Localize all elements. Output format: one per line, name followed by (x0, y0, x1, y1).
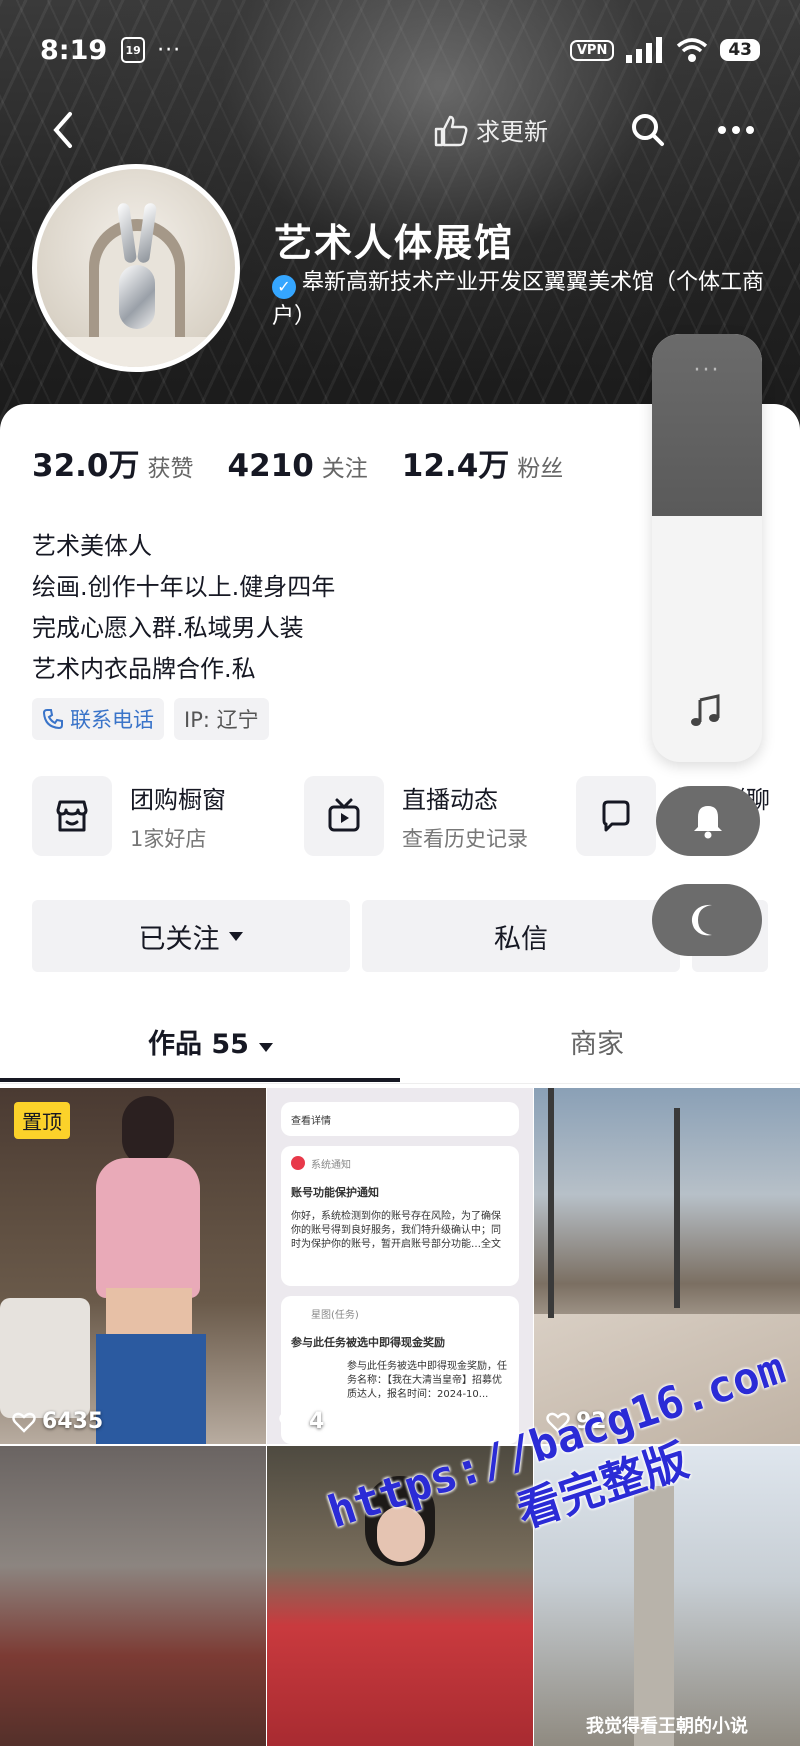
shop-icon (56, 800, 88, 832)
status-bar: 8:19 19 ··· VPN 43 (40, 30, 760, 70)
dropdown-icon (259, 1043, 274, 1052)
bio-line: 艺术内衣品牌合作.私 (32, 655, 256, 683)
followers-count[interactable]: 12.4万 (402, 440, 510, 485)
stats-row: 32.0万 获赞 4210 关注 12.4万 粉丝 (32, 440, 597, 485)
dark-mode-toggle[interactable] (652, 884, 762, 956)
ip-location-tag: IP: 辽宁 (174, 698, 269, 740)
tab-works-label: 作品 55 (148, 1029, 249, 1060)
panel-more-icon[interactable]: ··· (652, 358, 762, 383)
likes-label: 获赞 (147, 456, 194, 482)
vpn-icon: VPN (569, 39, 615, 61)
contact-phone-label: 联系电话 (70, 708, 154, 732)
tab-merchant[interactable]: 商家 (570, 1022, 624, 1061)
notice-header: 查看详情 (291, 1116, 331, 1127)
contact-phone-tag[interactable]: 联系电话 (32, 698, 164, 740)
phone-icon (42, 709, 63, 730)
video-tile[interactable]: 置顶 6435 (0, 1088, 266, 1444)
notice-title: 账号功能保护通知 (291, 1186, 379, 1199)
feature-subtitle: 查看历史记录 (402, 826, 528, 851)
notice-icon (291, 1156, 305, 1170)
notice-body: 你好，系统检测到你的账号存在风险，为了确保你的账号得到良好服务，我们特升级确认中… (291, 1211, 501, 1250)
video-tile[interactable] (0, 1446, 266, 1746)
signal-icon (626, 37, 663, 63)
bell-icon (694, 806, 722, 839)
pinned-badge: 置顶 (14, 1102, 70, 1139)
followers-label[interactable]: 粉丝 (517, 449, 563, 483)
followed-button[interactable]: 已关注 (32, 900, 350, 972)
dropdown-icon (228, 932, 243, 941)
notice-body: 参与此任务被选中即得现金奖励，任务名称：【我在大清当皇帝】招募优质达人，报名时间… (347, 1361, 507, 1400)
hand-point-icon (434, 115, 468, 146)
like-count: 4 (279, 1409, 324, 1434)
following-label[interactable]: 关注 (322, 449, 368, 483)
heart-icon (279, 1412, 303, 1433)
followed-label: 已关注 (138, 923, 220, 955)
request-update-label: 求更新 (476, 118, 548, 146)
tab-works[interactable]: 作品 55 (148, 1022, 274, 1061)
notice-section: 系统通知 (311, 1160, 351, 1171)
calendar-icon: 19 (121, 37, 146, 63)
like-count-value: 4 (309, 1409, 325, 1434)
back-icon[interactable] (44, 108, 84, 152)
floating-control-panel[interactable]: ··· (652, 334, 762, 762)
likes-count: 32.0万 (32, 448, 140, 484)
notice-title: 参与此任务被选中即得现金奖励 (291, 1336, 445, 1349)
profile-name: 艺术人体展馆 (274, 221, 515, 265)
video-caption: 我觉得看王朝的小说 (586, 1716, 748, 1737)
more-icon[interactable] (714, 110, 758, 150)
like-count-value: 6435 (42, 1409, 104, 1434)
search-icon[interactable] (628, 110, 668, 150)
group-buy-showcase[interactable]: 团购橱窗 1家好店 (32, 776, 226, 856)
moon-icon (691, 904, 712, 936)
feature-title: 团购橱窗 (130, 785, 226, 814)
battery-icon: 43 (720, 39, 760, 61)
feature-title: 直播动态 (402, 785, 498, 814)
status-more-icon: ··· (157, 37, 182, 63)
like-count: 6435 (12, 1409, 103, 1434)
bio-line: 完成心愿入群.私域男人装 (32, 614, 304, 642)
notification-toggle[interactable] (656, 786, 760, 856)
status-time: 8:19 (40, 34, 108, 66)
bio-line: 艺术美体人 (32, 532, 152, 560)
video-tile[interactable]: 查看详情 系统通知 账号功能保护通知 你好，系统检测到你的账号存在风险，为了确保… (267, 1088, 533, 1444)
message-button[interactable]: 私信 (362, 900, 680, 972)
nav-bar: 求更新 (0, 100, 800, 160)
wifi-icon (677, 38, 708, 62)
bio-line: 绘画.创作十年以上.健身四年 (32, 573, 336, 601)
verification-text: 皋新高新技术产业开发区翼翼美术馆（个体工商户） (272, 270, 765, 329)
chat-icon (602, 800, 630, 832)
tv-icon (328, 798, 360, 832)
heart-icon (12, 1412, 36, 1433)
request-update-button[interactable]: 求更新 (432, 112, 548, 147)
feature-subtitle: 1家好店 (130, 826, 207, 851)
music-icon[interactable] (688, 692, 726, 730)
content-tabs: 作品 55 商家 (0, 1008, 800, 1084)
notice-section: 星图(任务) (311, 1310, 359, 1321)
avatar[interactable] (32, 164, 240, 372)
bio: 艺术美体人 绘画.创作十年以上.健身四年 完成心愿入群.私域男人装 艺术内衣品牌… (32, 526, 335, 690)
verified-icon: ✓ (272, 275, 296, 299)
status-indicators: VPN 43 (569, 37, 760, 63)
tag-row: 联系电话 IP: 辽宁 (32, 698, 269, 740)
following-count[interactable]: 4210 (228, 448, 314, 484)
active-tab-indicator (0, 1078, 400, 1082)
verification-info: ✓ 皋新高新技术产业开发区翼翼美术馆（个体工商户） (272, 266, 768, 334)
live-updates[interactable]: 直播动态 查看历史记录 (304, 776, 528, 856)
